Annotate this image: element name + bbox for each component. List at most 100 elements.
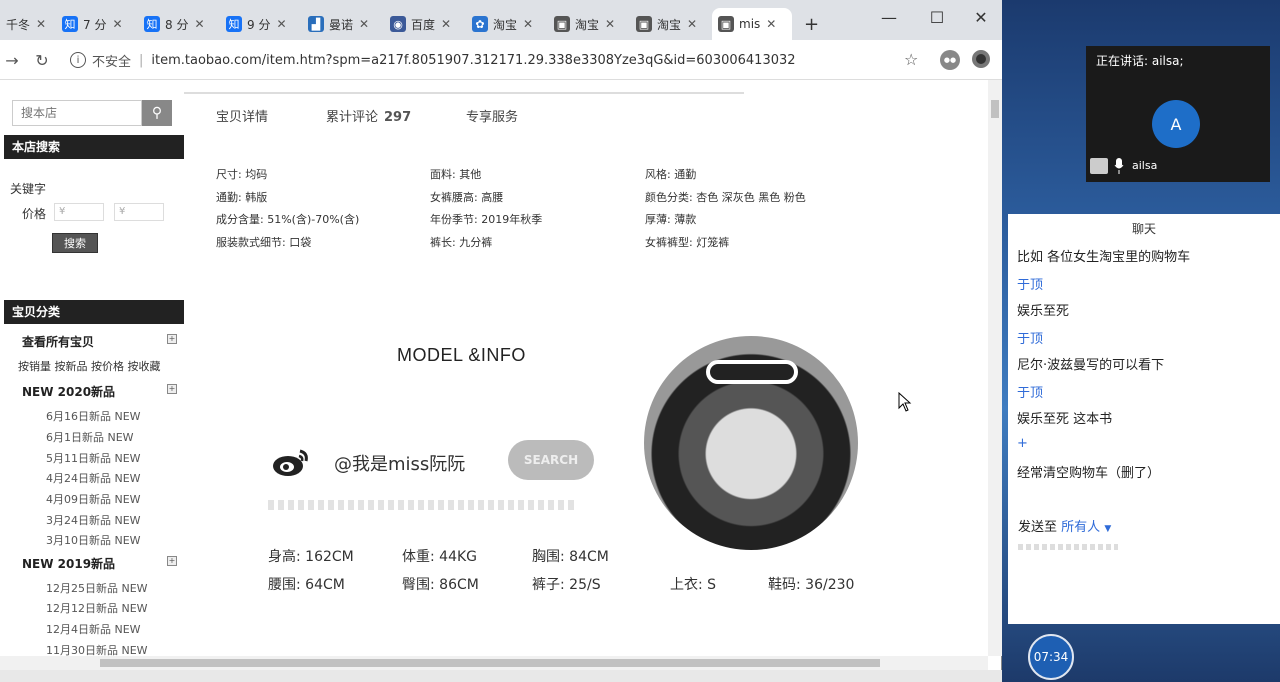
insecure-label: 不安全 <box>92 54 132 70</box>
model-spec: 上衣: S <box>670 577 717 593</box>
page-viewport: ⚲ 本店搜索 关键字 价格 ¥ ¥ 搜索 宝贝分类 查看所有宝贝 + 按销量 按… <box>0 80 988 656</box>
weibo-handle[interactable]: @我是miss阮阮 <box>334 450 465 476</box>
tab-reviews[interactable]: 累计评论 297 <box>326 106 411 125</box>
person-icon <box>1090 158 1108 174</box>
doc-icon: ▣ <box>554 16 570 32</box>
horizontal-scrollbar[interactable] <box>0 656 988 670</box>
category-header: 宝贝分类 <box>4 300 184 324</box>
bookmark-star-icon[interactable]: ☆ <box>904 50 918 69</box>
tab-label: mis <box>739 17 761 31</box>
chat-message: 娱乐至死 这本书 <box>1017 412 1113 427</box>
category-link[interactable]: 5月11日新品 NEW <box>46 450 141 466</box>
browser-tab[interactable]: 知 7 分 ✕ <box>56 8 136 40</box>
scrollbar-thumb[interactable] <box>100 659 880 667</box>
chevron-down-icon[interactable]: ▼ <box>1104 524 1111 534</box>
model-spec: 腰围: 64CM <box>268 577 345 593</box>
category-link[interactable]: 4月09日新品 NEW <box>46 491 141 507</box>
close-icon[interactable]: ✕ <box>36 17 46 31</box>
attribute-item: 服装款式细节: 口袋 <box>216 236 312 249</box>
tab-label: 曼诺 <box>329 17 354 32</box>
tab-label: 7 分 <box>83 17 107 32</box>
chat-input[interactable] <box>1018 544 1118 550</box>
send-to-value[interactable]: 所有人 <box>1061 520 1100 535</box>
chat-message: 娱乐至死 <box>1017 304 1070 319</box>
weibo-search-button[interactable]: SEARCH <box>508 440 594 480</box>
reload-button[interactable]: ↻ <box>30 48 54 72</box>
maximize-button[interactable]: ☐ <box>922 4 952 30</box>
close-icon[interactable]: ✕ <box>112 17 122 31</box>
search-icon[interactable]: ⚲ <box>142 100 172 126</box>
address-bar[interactable]: i 不安全 | item.taobao.com/item.htm?spm=a21… <box>64 46 932 74</box>
expand-icon[interactable]: + <box>167 384 177 394</box>
category-group-2020[interactable]: NEW 2020新品 <box>22 383 115 400</box>
close-icon[interactable]: ✕ <box>605 17 615 31</box>
category-link[interactable]: 6月16日新品 NEW <box>46 408 141 424</box>
expand-icon[interactable]: + <box>167 334 177 344</box>
attribute-item: 厚薄: 薄款 <box>645 213 697 226</box>
shop-search-bar: ⚲ <box>12 100 172 126</box>
speaker-name: ailsa <box>1132 159 1158 172</box>
browser-tab[interactable]: ▣ 淘宝 ✕ <box>548 8 628 40</box>
tab-details[interactable]: 宝贝详情 <box>216 106 268 125</box>
expand-icon[interactable]: + <box>167 556 177 566</box>
browser-tab[interactable]: ◉ 百度 ✕ <box>384 8 464 40</box>
extension-icon[interactable] <box>972 50 990 68</box>
browser-tab[interactable]: ▣ 淘宝 ✕ <box>630 8 710 40</box>
shop-search-input[interactable] <box>12 100 142 126</box>
model-spec: 鞋码: 36/230 <box>768 577 855 593</box>
mouse-cursor-icon <box>898 392 912 412</box>
browser-tab[interactable]: 知 9 分 ✕ <box>220 8 300 40</box>
scrollbar-thumb[interactable] <box>991 100 999 118</box>
microphone-icon <box>1114 158 1124 174</box>
new-tab-button[interactable]: + <box>798 8 824 40</box>
tab-label: 9 分 <box>247 17 271 32</box>
close-icon[interactable]: ✕ <box>276 17 286 31</box>
forward-button[interactable]: → <box>0 48 24 72</box>
browser-tab-active[interactable]: ▣ mis ✕ <box>712 8 792 40</box>
category-link[interactable]: 3月24日新品 NEW <box>46 512 141 528</box>
category-link[interactable]: 12月25日新品 NEW <box>46 580 148 596</box>
info-icon[interactable]: i <box>70 52 86 68</box>
shop-search-button[interactable]: 搜索 <box>52 233 98 253</box>
category-link[interactable]: 6月1日新品 NEW <box>46 429 134 445</box>
attribute-item: 面料: 其他 <box>430 168 482 181</box>
price-min-input[interactable]: ¥ <box>54 203 104 221</box>
close-icon[interactable]: ✕ <box>766 17 776 31</box>
weibo-icon <box>273 449 308 476</box>
tab-label: 千冬 <box>6 17 31 32</box>
profile-avatar[interactable]: ●● <box>940 50 960 70</box>
close-icon[interactable]: ✕ <box>441 17 451 31</box>
price-max-input[interactable]: ¥ <box>114 203 164 221</box>
send-to-selector[interactable]: 发送至 所有人 ▼ <box>1018 516 1111 535</box>
close-icon[interactable]: ✕ <box>687 17 697 31</box>
close-icon[interactable]: ✕ <box>523 17 533 31</box>
category-link[interactable]: 3月10日新品 NEW <box>46 532 141 548</box>
close-icon[interactable]: ✕ <box>194 17 204 31</box>
browser-tab[interactable]: ▟ 曼诺 ✕ <box>302 8 382 40</box>
browser-tab[interactable]: 知 8 分 ✕ <box>138 8 218 40</box>
sort-links[interactable]: 按销量 按新品 按价格 按收藏 <box>18 358 161 374</box>
sunglasses-shape <box>706 360 798 384</box>
tab-strip: 千冬 ✕ 知 7 分 ✕ 知 8 分 ✕ 知 9 分 ✕ ▟ 曼诺 ✕ ◉ 百度 ✕ ✿ 淘宝 ✕ ▣ 淘宝… <box>0 0 1002 40</box>
category-link[interactable]: 12月12日新品 NEW <box>46 600 148 616</box>
url-text[interactable]: item.taobao.com/item.htm?spm=a217f.80519… <box>151 53 795 68</box>
model-photo <box>644 336 858 550</box>
vertical-scrollbar[interactable] <box>988 80 1002 656</box>
category-link[interactable]: 4月24日新品 NEW <box>46 470 141 486</box>
browser-toolbar: → ↻ i 不安全 | item.taobao.com/item.htm?spm… <box>0 40 1002 80</box>
minimize-button[interactable]: — <box>874 4 904 30</box>
timer-badge: 07:34 <box>1028 634 1074 680</box>
browser-tab[interactable]: 千冬 ✕ <box>0 8 46 40</box>
category-link[interactable]: 11月30日新品 NEW <box>46 642 148 656</box>
close-window-button[interactable]: ✕ <box>966 4 996 30</box>
category-group-2019[interactable]: NEW 2019新品 <box>22 555 115 572</box>
chat-message: 尼尔·波兹曼写的可以看下 <box>1017 358 1165 373</box>
model-spec: 胸围: 84CM <box>532 549 609 565</box>
close-icon[interactable]: ✕ <box>359 17 369 31</box>
tab-label: 百度 <box>411 17 436 32</box>
tab-services[interactable]: 专享服务 <box>466 106 518 125</box>
attribute-item: 颜色分类: 杏色 深灰色 黑色 粉色 <box>645 191 806 204</box>
category-link[interactable]: 12月4日新品 NEW <box>46 621 141 637</box>
view-all-link[interactable]: 查看所有宝贝 <box>22 333 94 350</box>
browser-tab[interactable]: ✿ 淘宝 ✕ <box>466 8 546 40</box>
